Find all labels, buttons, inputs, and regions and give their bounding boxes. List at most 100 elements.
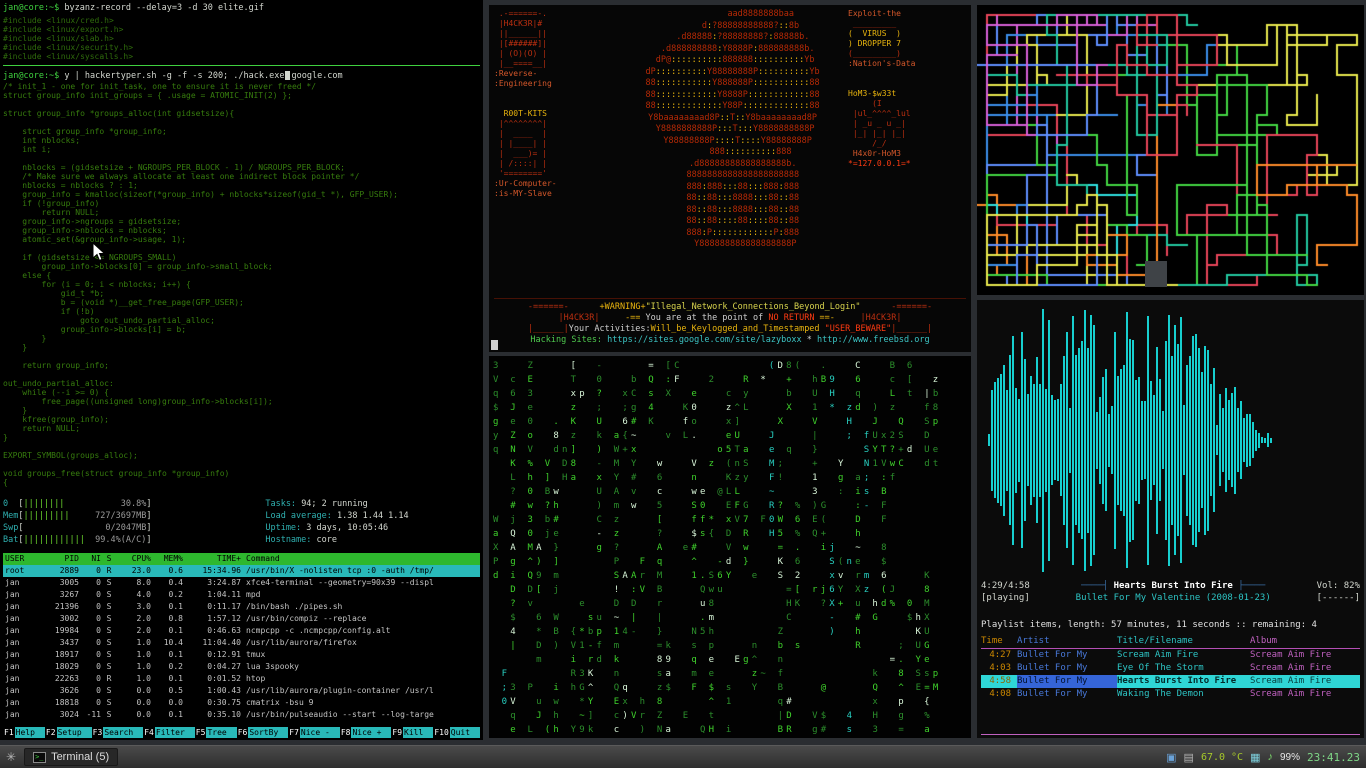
- fkey-kill[interactable]: F9Kill: [391, 727, 433, 738]
- terminal-icon: >_: [33, 752, 46, 763]
- fkey-search[interactable]: F3Search: [92, 727, 144, 738]
- htop-meters: 0 [|||||||| 30.8%]Mem[||||||||| 727/3697…: [3, 498, 265, 546]
- process-row[interactable]: jan180290S1.00.20:04.27lua 3spooky: [3, 661, 480, 673]
- process-row[interactable]: jan189170S1.00.10:12.91tmux: [3, 649, 480, 661]
- ncmpcpp-window[interactable]: 4:29/4:58 ────┤ Hearts Burst Into Fire ├…: [977, 300, 1364, 738]
- meter-mem: Mem[||||||||| 727/3697MB]: [3, 510, 265, 522]
- now-playing-center: ────┤ Hearts Burst Into Fire ├────: [1030, 580, 1317, 592]
- process-row[interactable]: jan3024-11S0.00.10:35.10/usr/bin/pulseau…: [3, 709, 480, 721]
- shell-prompt: jan@core:~$: [3, 71, 59, 81]
- skull-right-panels: Exploit-the _________ ( VIRUS ) ) DROPPE…: [848, 9, 966, 259]
- fkey-nice[interactable]: F8Nice +: [340, 727, 392, 738]
- volume-icon[interactable]: ♪: [1268, 751, 1274, 763]
- progress-indicator[interactable]: [------]: [1317, 592, 1360, 604]
- launcher-icon[interactable]: ✳: [6, 750, 16, 764]
- title-deco-left: ────┤: [1081, 581, 1114, 591]
- kernel-source-code: /* init_1 - one for init_task, one to en…: [3, 82, 480, 487]
- process-row[interactable]: jan188180S0.00.00:30.75cmatrix -bsu 9: [3, 697, 480, 709]
- matrix-rain: 3 Z [ - = [C (D8( . C B 6 V c E T 0 b Q …: [493, 359, 967, 737]
- volume-label[interactable]: Vol: 82%: [1317, 580, 1360, 592]
- fkey-setup[interactable]: F2Setup: [45, 727, 92, 738]
- skull-art: aad8888888baa d:?88888888888?::8b .d8888…: [612, 9, 848, 259]
- process-rows: root28890R23.00.615:34.96/usr/bin/X -nol…: [3, 565, 480, 721]
- cmatrix-window[interactable]: 3 Z [ - = [C (D8( . C B 6 V c E T 0 b Q …: [489, 356, 971, 738]
- process-row[interactable]: jan32670S4.00.21:04.11mpd: [3, 589, 480, 601]
- fkey-filter[interactable]: F4Filter: [143, 727, 195, 738]
- pipes-cursor-block: [1145, 261, 1167, 287]
- fkey-quit[interactable]: F10Quit: [433, 727, 480, 738]
- shell-line-2: jan@core:~$ y | hackertyper.sh -g -f -s …: [3, 70, 480, 82]
- process-row[interactable]: jan30050S8.00.43:24.87xfce4-terminal --g…: [3, 577, 480, 589]
- display-icon[interactable]: ▣: [1166, 751, 1176, 764]
- temperature-label: 67.0 °C: [1201, 752, 1243, 763]
- fkey-nice[interactable]: F7Nice -: [288, 727, 340, 738]
- fkey-tree[interactable]: F5Tree: [195, 727, 237, 738]
- taskbar: ✳ >_ Terminal (5) ▣ ▤ 67.0 °C ▦ ♪ 99% 23…: [0, 745, 1366, 768]
- taskbar-terminal-label: Terminal (5): [51, 751, 109, 763]
- htop-meters-area: 0 [|||||||| 30.8%]Mem[||||||||| 727/3697…: [3, 498, 480, 546]
- process-row[interactable]: root28890R23.00.615:34.96/usr/bin/X -nol…: [3, 565, 480, 577]
- process-row[interactable]: jan34370S1.010.411:04.40/usr/lib/aurora/…: [3, 637, 480, 649]
- command-hackertyper: y | hackertyper.sh -g -f -s 200; ./hack.…: [64, 71, 284, 81]
- htop-panel: 0 [|||||||| 30.8%]Mem[||||||||| 727/3697…: [3, 496, 480, 740]
- player-state: [playing]: [981, 592, 1030, 604]
- playlist-rows: 4:27Bullet For MyScream Aim FireScream A…: [981, 649, 1360, 701]
- meter-swp: Swp[ 0/2047MB]: [3, 522, 265, 534]
- htop-info-line: Load average: 1.38 1.44 1.14: [265, 510, 408, 522]
- htop-info-line: Uptime: 3 days, 10:05:46: [265, 522, 408, 534]
- htop-info-line: Tasks: 94; 2 running: [265, 498, 408, 510]
- text-cursor: [285, 71, 290, 80]
- fkey-sortby[interactable]: F6SortBy: [237, 727, 289, 738]
- process-row[interactable]: jan36260S0.00.51:00.43/usr/lib/aurora/pl…: [3, 685, 480, 697]
- shell-line-1: jan@core:~$ byzanz-record --delay=3 -d 3…: [3, 2, 480, 14]
- pane-separator: [3, 65, 480, 66]
- pipes-canvas: [977, 5, 1364, 295]
- htop-function-keys: F1HelpF2SetupF3SearchF4FilterF5TreeF6Sor…: [3, 727, 480, 738]
- pipes-window[interactable]: [977, 5, 1364, 295]
- process-table-header[interactable]: USERPIDNISCPU%MEM%TIME+Command: [3, 553, 480, 565]
- playlist-row[interactable]: 4:58Bullet For MyHearts Burst Into FireS…: [981, 675, 1360, 688]
- skull-left-panels: .-======-. |H4CK3R|# ||______|| |[######…: [494, 9, 612, 259]
- meter-0: 0 [|||||||| 30.8%]: [3, 498, 265, 510]
- now-playing-line: 4:29/4:58 ────┤ Hearts Burst Into Fire ├…: [981, 580, 1360, 592]
- taskbar-terminal-button[interactable]: >_ Terminal (5): [24, 748, 118, 766]
- playlist-row[interactable]: 4:03Bullet For MyEye Of The StormScream …: [981, 662, 1360, 675]
- process-row[interactable]: jan213960S3.00.10:11.17/bin/bash ./pipes…: [3, 601, 480, 613]
- process-row[interactable]: jan222630R1.00.10:01.52htop: [3, 673, 480, 685]
- reverse-engineering-panel: .-======-. |H4CK3R|# ||______|| |[######…: [494, 9, 612, 89]
- playlist-row[interactable]: 4:08Bullet For MyWaking The DemonScream …: [981, 688, 1360, 701]
- now-playing-artist: Bullet For My Valentine (2008-01-23): [1030, 592, 1317, 604]
- battery-percent: 99%: [1280, 752, 1300, 763]
- skull-ascii-window[interactable]: .-======-. |H4CK3R|# ||______|| |[######…: [489, 5, 971, 352]
- clock[interactable]: 23:41.23: [1307, 751, 1360, 764]
- skull-columns: .-======-. |H4CK3R|# ||______|| |[######…: [494, 9, 966, 259]
- command-byzanz: byzanz-record --delay=3 -d 30 elite.gif: [64, 3, 264, 13]
- playlist-bottom-separator: [981, 734, 1360, 735]
- command-hackertyper-arg: google.com: [291, 71, 342, 81]
- shell-prompt: jan@core:~$: [3, 3, 59, 13]
- process-row[interactable]: jan199840S2.00.10:46.63ncmpcpp -c .ncmpc…: [3, 625, 480, 637]
- warning-banner: -======- +WARNING+"Illegal_Network_Conne…: [494, 298, 966, 346]
- haxor-home-panel: HoM3-$w33t (I |ul_^^^^_lul | _u _ u _| |…: [848, 89, 966, 169]
- playlist-header[interactable]: TimeArtistTitle/FilenameAlbum: [981, 634, 1360, 649]
- chip-icon[interactable]: ▤: [1184, 751, 1194, 764]
- htop-info-line: Hostname: core: [265, 534, 408, 546]
- elapsed-time: 4:29/4:58: [981, 580, 1030, 592]
- process-table: USERPIDNISCPU%MEM%TIME+Command root28890…: [3, 553, 480, 721]
- terminal-cursor-block: [491, 340, 498, 350]
- rootkits-panel: R00T-KITS |^^^^^^^^| | ____ | | |____| |…: [494, 109, 612, 199]
- playlist-row[interactable]: 4:27Bullet For MyScream Aim FireScream A…: [981, 649, 1360, 662]
- title-deco-right: ├────: [1233, 581, 1266, 591]
- fkey-help[interactable]: F1Help: [3, 727, 45, 738]
- htop-summary: Tasks: 94; 2 runningLoad average: 1.38 1…: [265, 498, 408, 546]
- player-state-line: [playing] Bullet For My Valentine (2008-…: [981, 592, 1360, 604]
- network-icon[interactable]: ▦: [1250, 751, 1260, 764]
- now-playing-title: Hearts Burst Into Fire: [1114, 581, 1233, 591]
- code-includes: #include <linux/cred.h> #include <linux/…: [3, 16, 480, 61]
- system-tray: ▣ ▤ 67.0 °C ▦ ♪ 99% 23:41.23: [1166, 751, 1360, 764]
- audio-visualizer: [981, 300, 1360, 580]
- process-row[interactable]: jan30020S2.00.81:57.12/usr/bin/compiz --…: [3, 613, 480, 625]
- terminal-window[interactable]: jan@core:~$ byzanz-record --delay=3 -d 3…: [0, 0, 483, 740]
- mouse-cursor: [92, 242, 108, 262]
- playlist-summary: Playlist items, length: 57 minutes, 11 s…: [981, 618, 1360, 632]
